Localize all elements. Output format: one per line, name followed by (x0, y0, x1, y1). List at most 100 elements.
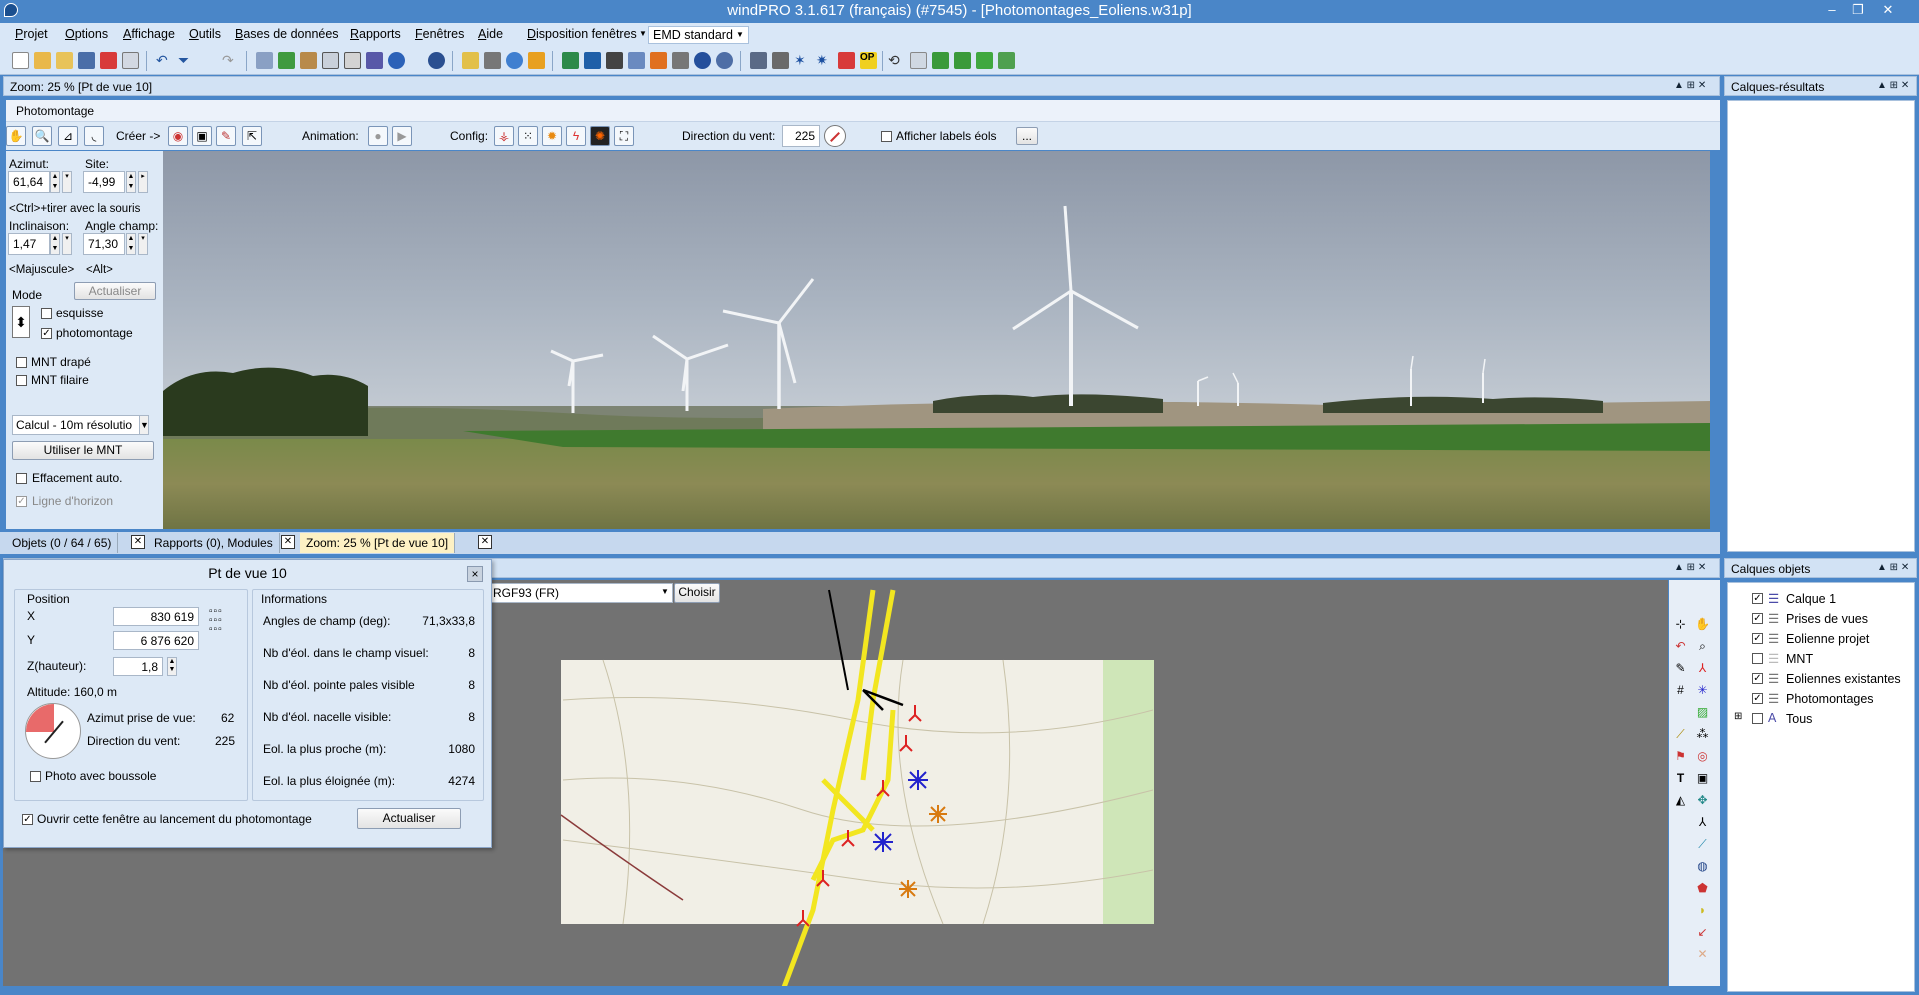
terrain-icon[interactable] (562, 52, 579, 69)
ruler-icon[interactable]: ⟋ (1672, 726, 1689, 743)
image-icon[interactable] (584, 52, 601, 69)
mnt-filaire-checkbox[interactable] (16, 375, 27, 386)
export-image-icon[interactable]: ⇱ (242, 126, 262, 146)
wind-direction-input[interactable]: 225 (782, 125, 820, 147)
menu-rapports[interactable]: Rapports (350, 27, 401, 41)
restore-button[interactable]: ❐ (1848, 2, 1868, 18)
layer-checkbox[interactable]: ✓ (1752, 593, 1763, 604)
layer-checkbox[interactable]: ✓ (1752, 613, 1763, 624)
layer-checkbox[interactable]: ✓ (1752, 633, 1763, 644)
export-icon[interactable] (932, 52, 949, 69)
site-input[interactable]: -4,99 (83, 171, 125, 193)
z-input[interactable]: 1,8 (113, 657, 163, 676)
wind-compass-icon[interactable] (824, 125, 846, 147)
curve-icon[interactable]: ◟ (84, 126, 104, 146)
close-icon[interactable]: ✕ (478, 535, 492, 549)
tree-icon[interactable] (954, 52, 971, 69)
modules-icon[interactable] (300, 52, 317, 69)
move-icon[interactable]: ⊹ (1672, 616, 1689, 633)
layer-item[interactable]: Photomontages (1786, 692, 1874, 706)
layers-icon[interactable] (462, 52, 479, 69)
online-data-icon[interactable] (428, 52, 445, 69)
azimut-spinner[interactable]: ▲ ▼ (50, 171, 60, 193)
clipboard-icon[interactable] (122, 52, 139, 69)
calc-icon[interactable] (366, 52, 383, 69)
light-icon[interactable]: ✺ (590, 126, 610, 146)
y-input[interactable]: 6 876 620 (113, 631, 199, 650)
pin-icon[interactable]: ▲ ⊞ ✕ (1877, 562, 1909, 573)
menu-projet[interactable]: Projet (15, 27, 48, 41)
edit-image-icon[interactable]: ✎ (216, 126, 236, 146)
rotor-icon[interactable]: ✶ (794, 52, 811, 69)
copy-icon[interactable] (344, 52, 361, 69)
zoom-icon[interactable]: 🔍 (32, 126, 52, 146)
sun-icon[interactable]: ✹ (542, 126, 562, 146)
azimut-dropdown[interactable]: ▾ (62, 171, 72, 193)
site-reset[interactable]: ▸ (138, 171, 148, 193)
inclination-input[interactable]: 1,47 (8, 233, 50, 255)
layer-item[interactable]: Prises de vues (1786, 612, 1868, 626)
camera-icon[interactable] (484, 52, 501, 69)
layer-item[interactable]: Eolienne projet (1786, 632, 1869, 646)
grid-icon[interactable]: # (1672, 682, 1689, 699)
layer-checkbox[interactable] (1752, 713, 1763, 724)
zoom-icon[interactable]: ⌕ (1694, 638, 1711, 655)
tab-reports[interactable]: Rapports (0), Modules (148, 533, 280, 553)
photomontage-checkbox[interactable]: ✓ (41, 328, 52, 339)
tab-photomontage[interactable]: Photomontage (16, 104, 94, 118)
redo-icon[interactable]: ↷ (222, 52, 239, 69)
pin-icon[interactable]: ▲ ⊞ ✕ (1674, 562, 1706, 573)
undo-icon[interactable]: ↶ (1672, 638, 1689, 655)
target-icon[interactable]: ◎ (1694, 748, 1711, 765)
move-arrows-icon[interactable]: ▫▫▫ ▫▫▫ ▫▫▫ (209, 607, 239, 637)
view-point-icon[interactable] (750, 52, 767, 69)
map-view-icon[interactable] (506, 52, 523, 69)
photo-compass-checkbox[interactable] (30, 771, 41, 782)
expand-icon[interactable]: ⊞ (1734, 711, 1742, 722)
wtg-icon[interactable] (772, 52, 789, 69)
field-angle-dropdown[interactable]: ▾ (138, 233, 148, 255)
cluster-icon[interactable]: ⁂ (1694, 726, 1711, 743)
layer-checkbox[interactable] (1752, 653, 1763, 664)
layer-checkbox[interactable]: ✓ (1752, 693, 1763, 704)
layout-menu[interactable]: Disposition fenêtres (527, 27, 637, 41)
close-project-icon[interactable] (100, 52, 117, 69)
menu-options[interactable]: Options (65, 27, 108, 41)
text-icon[interactable]: T (1672, 770, 1689, 787)
flag-icon[interactable]: ⚑ (1672, 748, 1689, 765)
inclination-spinner[interactable]: ▲ ▼ (50, 233, 60, 255)
photo-icon[interactable]: ▣ (1694, 770, 1711, 787)
park-icon[interactable] (976, 52, 993, 69)
close-icon[interactable]: ✕ (131, 535, 145, 549)
wind-turbine-icon[interactable]: ⚶ (494, 126, 514, 146)
shadow-icon[interactable] (838, 52, 855, 69)
menu-bases-de-donnees[interactable]: Bases de données (235, 27, 339, 41)
close-icon[interactable]: × (467, 566, 483, 582)
menu-outils[interactable]: Outils (189, 27, 221, 41)
hatch-icon[interactable]: ▨ (1694, 704, 1711, 721)
no-entry-icon[interactable] (694, 52, 711, 69)
site-spinner[interactable]: ▲ ▼ (126, 171, 136, 193)
undo-icon[interactable]: ↶ (156, 52, 173, 69)
field-angle-spinner[interactable]: ▲ ▼ (126, 233, 136, 255)
new-icon[interactable] (12, 52, 29, 69)
layer-item[interactable]: Eoliennes existantes (1786, 672, 1901, 686)
layer-item[interactable]: MNT (1786, 652, 1813, 666)
play-icon[interactable]: ▶ (392, 126, 412, 146)
chart-icon[interactable] (628, 52, 645, 69)
open-folder-icon[interactable] (56, 52, 73, 69)
wizard-icon[interactable] (34, 52, 51, 69)
area-icon[interactable]: ◗ (1694, 902, 1711, 919)
dots-grid-icon[interactable]: ⁙ (518, 126, 538, 146)
layout-select[interactable]: EMD standard (648, 26, 749, 44)
chevron-down-icon[interactable]: ▼ (139, 415, 149, 435)
open-on-start-checkbox[interactable]: ✓ (22, 814, 33, 825)
lamp-icon[interactable] (650, 52, 667, 69)
node-icon[interactable]: ⅄ (1694, 814, 1711, 831)
forest-icon[interactable] (998, 52, 1015, 69)
compass-icon[interactable]: ✥ (1694, 792, 1711, 809)
photomontage-icon[interactable] (528, 52, 545, 69)
close-icon[interactable]: ✕ (281, 535, 295, 549)
menu-affichage[interactable]: Affichage (123, 27, 175, 41)
target-icon[interactable]: ◉ (168, 126, 188, 146)
